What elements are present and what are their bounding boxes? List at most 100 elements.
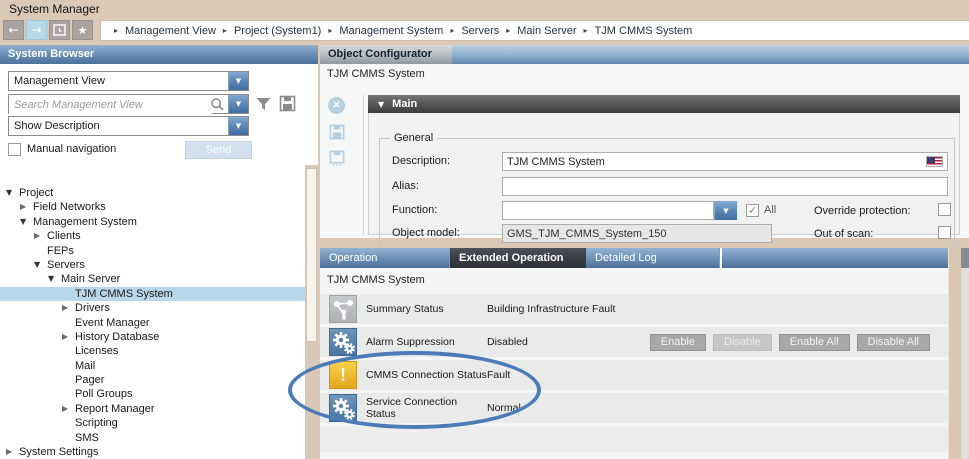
tree-item-feps[interactable]: FEPs [0,244,305,258]
tree-item-clients[interactable]: ▶Clients [0,229,305,243]
breadcrumb-separator-icon: ▸ [114,26,118,35]
chevron-down-icon: ▼ [236,122,241,130]
breadcrumb-item[interactable]: TJM CMMS System [595,25,693,37]
save-filter-icon[interactable] [279,95,296,112]
save-button[interactable] [329,124,345,140]
tree-item-mail[interactable]: Mail [0,359,305,373]
tree-scrollbar[interactable] [305,165,318,459]
tree-expander-icon[interactable]: ▶ [34,229,47,243]
breadcrumb-item[interactable]: Project (System1) [234,25,321,37]
send-button[interactable]: Send [185,141,252,159]
display-mode-dropdown-button[interactable]: ▼ [228,117,248,135]
collapse-arrow-icon: ▼ [378,100,384,109]
breadcrumb: ▸ Management View ▸ Project (System1) ▸ Manag… [100,20,969,41]
override-protection-checkbox[interactable] [938,203,951,216]
description-field[interactable] [502,152,948,171]
disable-button[interactable]: Disable [713,334,772,351]
breadcrumb-item[interactable]: Servers [461,25,499,37]
tree-item-event-manager[interactable]: Event Manager [0,316,305,330]
out-of-scan-checkbox[interactable] [938,226,951,239]
forward-button[interactable]: → [26,20,47,40]
status-label: Alarm Suppression [366,336,487,348]
tree-item-main-server[interactable]: ▼Main Server [0,272,305,286]
tree-expander-icon[interactable]: ▼ [6,186,19,200]
manual-navigation-checkbox[interactable] [8,143,21,156]
search-icon[interactable] [210,97,225,112]
disable-all-button[interactable]: Disable All [857,334,930,351]
function-label: Function: [392,201,437,220]
tree-expander-icon[interactable]: ▶ [62,330,75,344]
general-group: General Description: Alias: Function: ▼ … [379,138,955,250]
tree-item-poll-groups[interactable]: Poll Groups [0,387,305,401]
tree-scrollbar-thumb[interactable] [306,168,317,342]
save-as-button[interactable] [329,150,345,166]
function-field[interactable] [502,201,714,220]
enable-button[interactable]: Enable [650,334,706,351]
status-label: Summary Status [366,303,487,315]
back-button[interactable]: ← [3,20,24,40]
tab-operation[interactable]: Operation [320,248,450,268]
tree-item-label: Mail [75,359,95,373]
search-dropdown-button[interactable]: ▼ [228,95,248,113]
panel-scrollbar[interactable] [948,248,962,459]
network-icon[interactable] [329,295,357,323]
tree-item-label: History Database [75,330,159,344]
history-button[interactable] [49,20,70,40]
tree-expander-icon[interactable]: ▶ [62,301,75,315]
tree-item-sms[interactable]: SMS [0,431,305,445]
display-mode-selector[interactable]: Show Description ▼ [8,116,249,136]
tree-item-tjm-cmms-system[interactable]: TJM CMMS System [0,287,305,301]
breadcrumb-item[interactable]: Management System [339,25,443,37]
tree-item-drivers[interactable]: ▶Drivers [0,301,305,315]
tree-item-field-networks[interactable]: ▶Field Networks [0,200,305,214]
filter-icon[interactable] [255,96,272,112]
all-label: All [764,204,776,216]
main-section-header[interactable]: ▼Main [368,95,960,113]
highlight-annotation-ellipse [288,351,541,429]
save-as-icon [329,150,345,166]
operation-object-name: TJM CMMS System [327,274,425,286]
tree-item-licenses[interactable]: Licenses [0,344,305,358]
breadcrumb-item[interactable]: Management View [125,25,216,37]
system-tree: ▼Project▶Field Networks▼Management Syste… [0,186,305,459]
view-selector[interactable]: Management View ▼ [8,71,249,91]
all-checkbox[interactable]: ✓ [746,204,759,217]
general-group-title: General [390,132,437,144]
save-icon [329,124,345,140]
configured-object-name: TJM CMMS System [327,68,425,80]
tab-detailed-log[interactable]: Detailed Log [586,248,720,268]
tab-object-configurator[interactable]: Object Configurator [320,45,452,64]
tree-expander-icon[interactable]: ▶ [20,200,33,214]
breadcrumb-item[interactable]: Main Server [517,25,576,37]
tree-expander-icon[interactable]: ▼ [20,215,33,229]
tree-item-system-settings[interactable]: ▶System Settings [0,445,305,459]
status-row-summary-status: Summary StatusBuilding Infrastructure Fa… [320,294,948,324]
out-of-scan-label: Out of scan: [814,226,873,243]
function-dropdown-button[interactable]: ▼ [714,201,737,220]
tree-item-report-manager[interactable]: ▶Report Manager [0,402,305,416]
enable-all-button[interactable]: Enable All [779,334,850,351]
operation-tabbar: OperationExtended OperationDetailed Log [320,248,969,268]
tree-expander-icon[interactable]: ▶ [62,402,75,416]
favorites-button[interactable]: ★ [72,20,93,40]
gears-icon[interactable] [329,328,357,356]
breadcrumb-separator-icon: ▸ [223,26,227,35]
tree-item-project[interactable]: ▼Project [0,186,305,200]
discard-button[interactable]: ✕ [328,97,345,114]
tree-item-scripting[interactable]: Scripting [0,416,305,430]
search-input[interactable] [9,95,212,115]
tree-item-servers[interactable]: ▼Servers [0,258,305,272]
breadcrumb-separator-icon: ▸ [584,26,588,35]
tree-item-pager[interactable]: Pager [0,373,305,387]
main-section: ▼Main General Description: Alias: Functi… [368,95,960,235]
alias-field[interactable] [502,177,948,196]
tree-expander-icon[interactable]: ▼ [48,272,61,286]
view-selector-dropdown-button[interactable]: ▼ [228,72,248,90]
tree-expander-icon[interactable]: ▼ [34,258,47,272]
tree-item-label: Clients [47,229,81,243]
tree-item-management-system[interactable]: ▼Management System [0,215,305,229]
tree-item-history-database[interactable]: ▶History Database [0,330,305,344]
tree-expander-icon[interactable]: ▶ [6,445,19,459]
tab-extended-operation[interactable]: Extended Operation [450,248,586,268]
chevron-down-icon: ▼ [723,207,728,215]
